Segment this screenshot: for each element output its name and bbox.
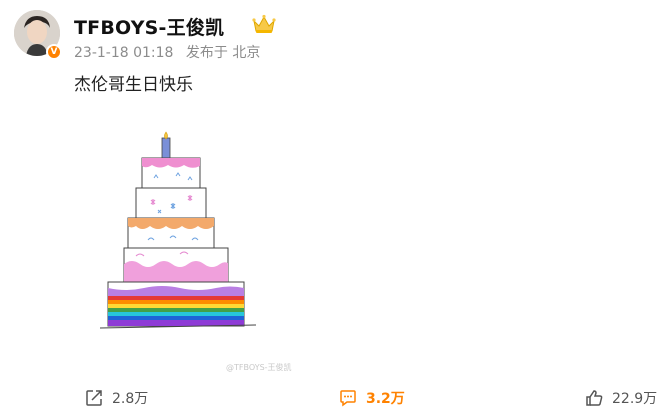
- repost-count: 2.8万: [112, 391, 149, 407]
- crown-icon: [252, 14, 276, 33]
- like-count: 22.9万: [612, 391, 658, 407]
- verified-badge-icon: V: [46, 44, 62, 60]
- image-watermark: @TFBOYS-王俊凯: [226, 363, 292, 372]
- post-source: 发布于 北京: [185, 45, 261, 61]
- birthday-cake-drawing[interactable]: [96, 128, 266, 338]
- thumbs-up-icon: [586, 390, 603, 406]
- post-meta: 23-1-18 01:18 发布于 北京: [74, 42, 268, 62]
- share-icon: [86, 390, 102, 406]
- repost-button[interactable]: 2.8万: [84, 384, 148, 412]
- comment-button[interactable]: 3.2万: [338, 384, 405, 412]
- post-text: 杰伦哥生日快乐: [74, 75, 193, 95]
- comment-count: 3.2万: [366, 391, 405, 407]
- action-bar: 2.8万 3.2万 22.9万: [0, 384, 660, 412]
- post-header: V TFBOYS-王俊凯 23-1-18 01:18 发布于 北京: [14, 10, 646, 66]
- like-button[interactable]: 22.9万: [584, 384, 657, 412]
- post-timestamp: 23-1-18 01:18: [74, 45, 174, 61]
- comment-icon: [340, 390, 356, 407]
- author-name[interactable]: TFBOYS-王俊凯: [74, 13, 224, 40]
